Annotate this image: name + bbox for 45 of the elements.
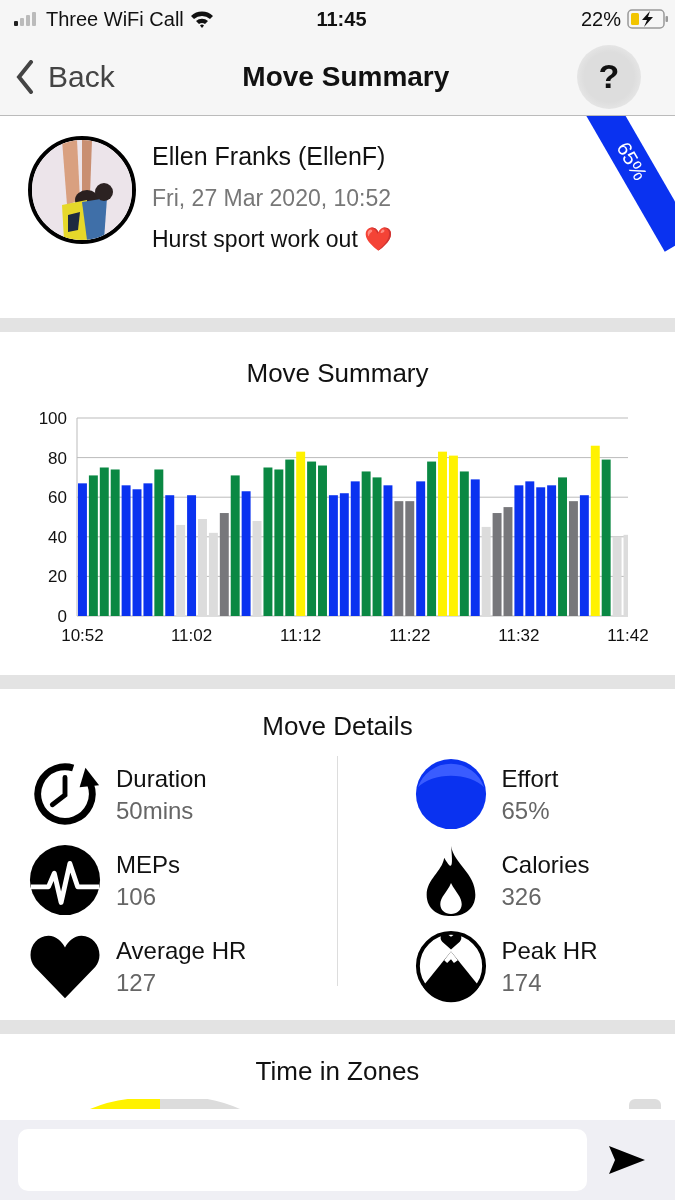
x-tick-label: 11:22 bbox=[389, 626, 431, 645]
send-icon bbox=[607, 1144, 647, 1176]
stat-value: 127 bbox=[116, 969, 158, 997]
y-tick-label: 40 bbox=[48, 527, 67, 547]
y-tick-label: 80 bbox=[48, 448, 67, 468]
y-tick-label: 60 bbox=[48, 488, 67, 508]
stat-label: Duration bbox=[116, 765, 207, 793]
help-button[interactable]: ? bbox=[577, 44, 641, 109]
stat-label: Peak HR bbox=[501, 937, 598, 965]
x-tick-label: 10:52 bbox=[61, 626, 104, 645]
stat-label: Effort bbox=[501, 765, 559, 793]
section-title: Move Summary bbox=[245, 358, 430, 389]
stat-value: 65% bbox=[501, 797, 551, 825]
stat-label: Calories bbox=[501, 851, 590, 879]
section-title: Time in Zones bbox=[254, 1056, 421, 1087]
x-tick-label: 11:02 bbox=[170, 626, 213, 645]
stat-value: 106 bbox=[116, 883, 158, 911]
x-tick-label: 11:42 bbox=[607, 626, 649, 645]
section-title: Move Details bbox=[261, 711, 414, 742]
battery-percent: 22% bbox=[580, 7, 621, 31]
mountain-icon bbox=[413, 930, 488, 1004]
ball-icon bbox=[413, 758, 488, 832]
stat-label: Average HR bbox=[116, 937, 247, 965]
x-tick-label: 11:12 bbox=[280, 626, 322, 645]
x-tick-label: 11:32 bbox=[498, 626, 540, 645]
clock-time: 11:45 bbox=[316, 7, 367, 31]
y-tick-label: 0 bbox=[57, 607, 67, 626]
battery-icon bbox=[627, 9, 669, 29]
back-button[interactable]: Back bbox=[16, 59, 115, 94]
wifi-icon bbox=[189, 10, 214, 28]
workout-date: Fri, 27 Mar 2020, 10:52 bbox=[152, 185, 393, 212]
workout-note: Hurst sport work out ❤ bbox=[152, 226, 394, 253]
y-tick-label: 100 bbox=[38, 409, 67, 428]
page-title: Move Summary bbox=[242, 60, 450, 93]
carrier-name: Three WiFi Call bbox=[46, 7, 184, 31]
chevron-left-icon bbox=[16, 59, 34, 94]
stat-value: 174 bbox=[501, 969, 543, 997]
send-button[interactable] bbox=[607, 1144, 647, 1176]
stat-value: 326 bbox=[501, 883, 543, 911]
stat-value: 50mins bbox=[116, 797, 195, 825]
stat-label: MEPs bbox=[116, 851, 180, 879]
y-tick-label: 20 bbox=[48, 567, 67, 587]
pulse-icon bbox=[28, 844, 102, 918]
user-name: Ellen Franks (EllenF) bbox=[152, 142, 387, 171]
legend-swatch bbox=[629, 1099, 661, 1109]
